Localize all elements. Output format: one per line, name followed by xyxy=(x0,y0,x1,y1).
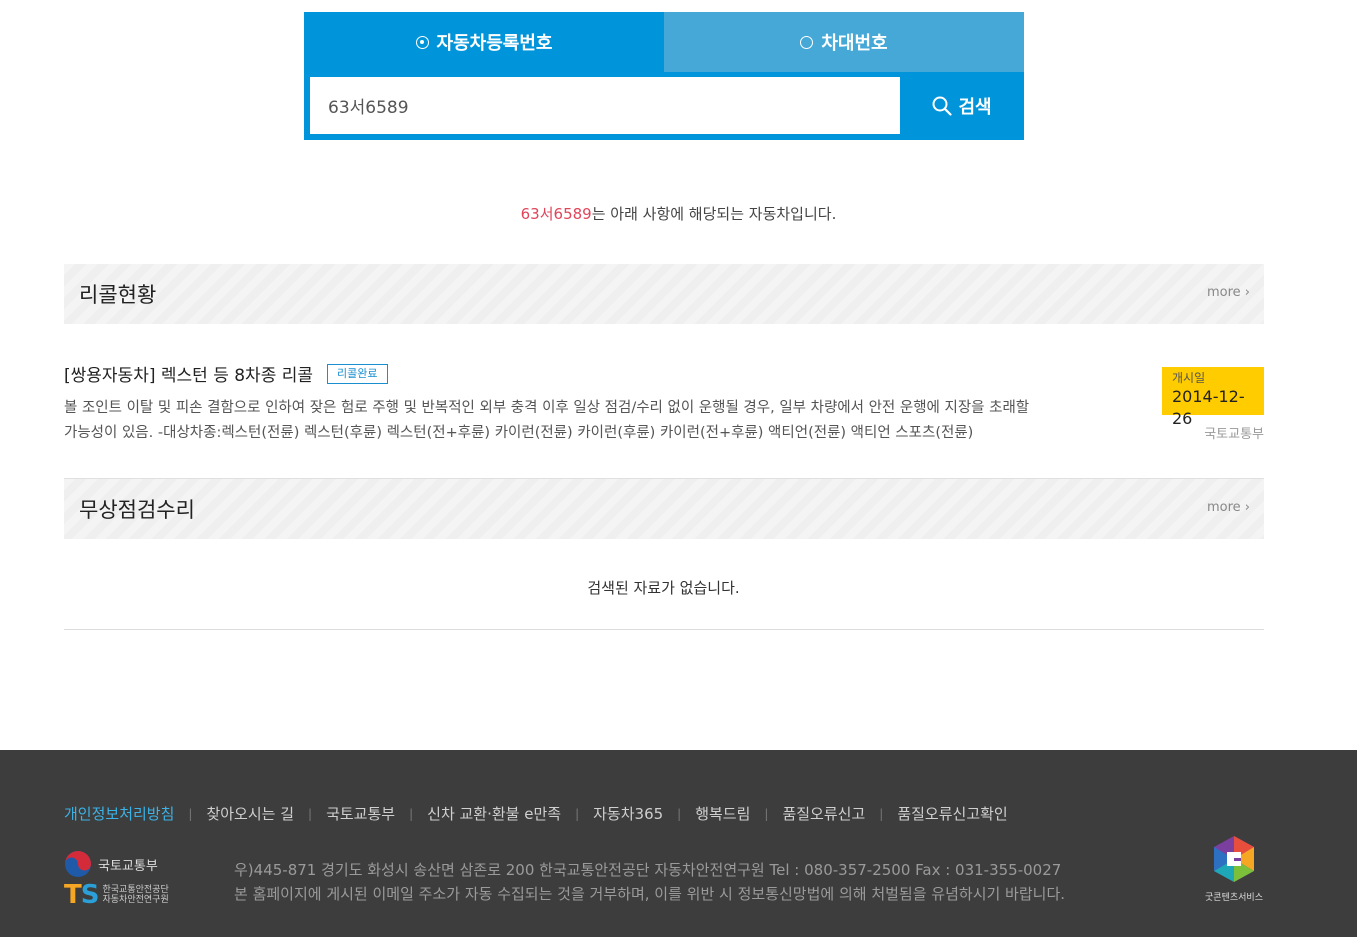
recall-more-link[interactable]: more › xyxy=(1207,285,1250,300)
footer-address: 우)445-871 경기도 화성시 송산면 삼존로 200 한국교통안전공단 자… xyxy=(234,858,1065,906)
recall-item-description: 볼 조인트 이탈 및 피손 결함으로 인하여 잦은 험로 주행 및 반복적인 외… xyxy=(64,396,1084,446)
search-button-label: 검색 xyxy=(958,96,992,118)
recall-status-badge: 리콜완료 xyxy=(327,363,388,384)
recall-section-title: 리콜현황 xyxy=(79,283,157,307)
footer-link-refund[interactable]: 신차 교환·환불 e만족 xyxy=(427,803,561,824)
recall-description-line: 볼 조인트 이탈 및 피손 결함으로 인하여 잦은 험로 주행 및 반복적인 외… xyxy=(64,400,1030,416)
ts-logo-sub-line: 한국교통안전공단 xyxy=(102,885,169,895)
separator: | xyxy=(677,806,682,821)
separator: | xyxy=(409,806,414,821)
footer-notice-line: 본 홈페이지에 게시된 이메일 주소가 자동 수집되는 것을 거부하며, 이를 … xyxy=(234,885,1066,903)
radio-unselected-icon[interactable] xyxy=(800,35,814,49)
empty-result-message: 검색된 자료가 없습니다. xyxy=(587,579,740,597)
separator: | xyxy=(575,806,580,821)
recall-item-title[interactable]: [쌍용자동차] 렉스턴 등 8차종 리콜 리콜완료 xyxy=(64,361,388,386)
footer: 개인정보처리방침 | 찾아오시는 길 | 국토교통부 | 신차 교환·환불 e만… xyxy=(0,750,1357,937)
separator: | xyxy=(308,806,313,821)
ts-logo-subtext: 한국교통안전공단 자동차안전연구원 xyxy=(102,885,168,905)
tab-label: 차대번호 xyxy=(821,33,888,54)
ts-logo-sub-line: 자동차안전연구원 xyxy=(102,895,169,905)
free-inspection-more-link[interactable]: more › xyxy=(1207,500,1250,515)
more-label: more xyxy=(1206,285,1241,300)
chevron-right-icon: › xyxy=(1244,500,1250,515)
ts-logo: TS 한국교통안전공단 자동차안전연구원 xyxy=(64,880,169,910)
recall-date-box: 개시일 2014-12-26 xyxy=(1162,367,1264,428)
footer-address-line: 우)445-871 경기도 화성시 송산면 삼존로 200 한국교통안전공단 자… xyxy=(234,861,1062,879)
separator: | xyxy=(188,806,193,821)
radio-selected-icon[interactable] xyxy=(415,35,429,49)
footer-link-privacy[interactable]: 개인정보처리방침 xyxy=(64,803,174,824)
tab-vin[interactable]: 차대번호 xyxy=(664,12,1024,72)
footer-link-check-error[interactable]: 품질오류신고확인 xyxy=(897,803,1007,824)
recall-item-title-text: [쌍용자동차] 렉스턴 등 8차종 리콜 xyxy=(64,366,314,386)
good-content-service-badge[interactable]: 굿콘텐츠서비스 xyxy=(1204,834,1264,903)
footer-links: 개인정보처리방침 | 찾아오시는 길 | 국토교통부 | 신차 교환·환불 e만… xyxy=(64,803,1008,824)
search-button[interactable]: 검색 xyxy=(906,77,1018,134)
molit-logo: 국토교통부 xyxy=(64,850,158,878)
footer-link-happydream[interactable]: 행복드림 xyxy=(695,803,750,824)
chevron-right-icon: › xyxy=(1244,285,1250,300)
good-content-text: 굿콘텐츠서비스 xyxy=(1205,893,1263,903)
footer-link-car365[interactable]: 자동차365 xyxy=(593,803,663,824)
recall-agency: 국토교통부 xyxy=(1204,427,1264,442)
molit-logo-text: 국토교통부 xyxy=(98,858,158,874)
footer-link-directions[interactable]: 찾아오시는 길 xyxy=(206,803,294,824)
more-label: more xyxy=(1206,500,1241,515)
tab-registration-number[interactable]: 자동차등록번호 xyxy=(304,12,664,72)
free-inspection-section-title: 무상점검수리 xyxy=(79,498,195,522)
search-panel: 자동차등록번호 차대번호 검색 xyxy=(304,12,1024,140)
separator: | xyxy=(879,806,884,821)
footer-link-molit[interactable]: 국토교통부 xyxy=(326,803,395,824)
divider xyxy=(64,629,1264,630)
separator: | xyxy=(764,806,769,821)
search-icon xyxy=(932,96,953,116)
good-content-logo-icon xyxy=(1214,836,1254,882)
free-inspection-section-header: 무상점검수리 more › xyxy=(64,479,1264,539)
ts-logo-mark: TS xyxy=(64,880,99,910)
tab-label: 자동차등록번호 xyxy=(436,33,553,54)
result-message-text: 는 아래 사항에 해당되는 자동차입니다. xyxy=(591,205,837,223)
result-message: 63서6589는 아래 사항에 해당되는 자동차입니다. xyxy=(0,203,1357,224)
recall-section-header: 리콜현황 more › xyxy=(64,264,1264,324)
date-label: 개시일 xyxy=(1172,371,1206,385)
footer-link-report-error[interactable]: 품질오류신고 xyxy=(782,803,865,824)
search-input[interactable] xyxy=(310,77,900,134)
result-plate: 63서6589 xyxy=(520,205,592,223)
taegeuk-icon xyxy=(65,851,91,877)
recall-description-line: 가능성이 있음. -대상차종:렉스턴(전륜) 렉스턴(후륜) 렉스턴(전+후륜)… xyxy=(64,425,974,441)
